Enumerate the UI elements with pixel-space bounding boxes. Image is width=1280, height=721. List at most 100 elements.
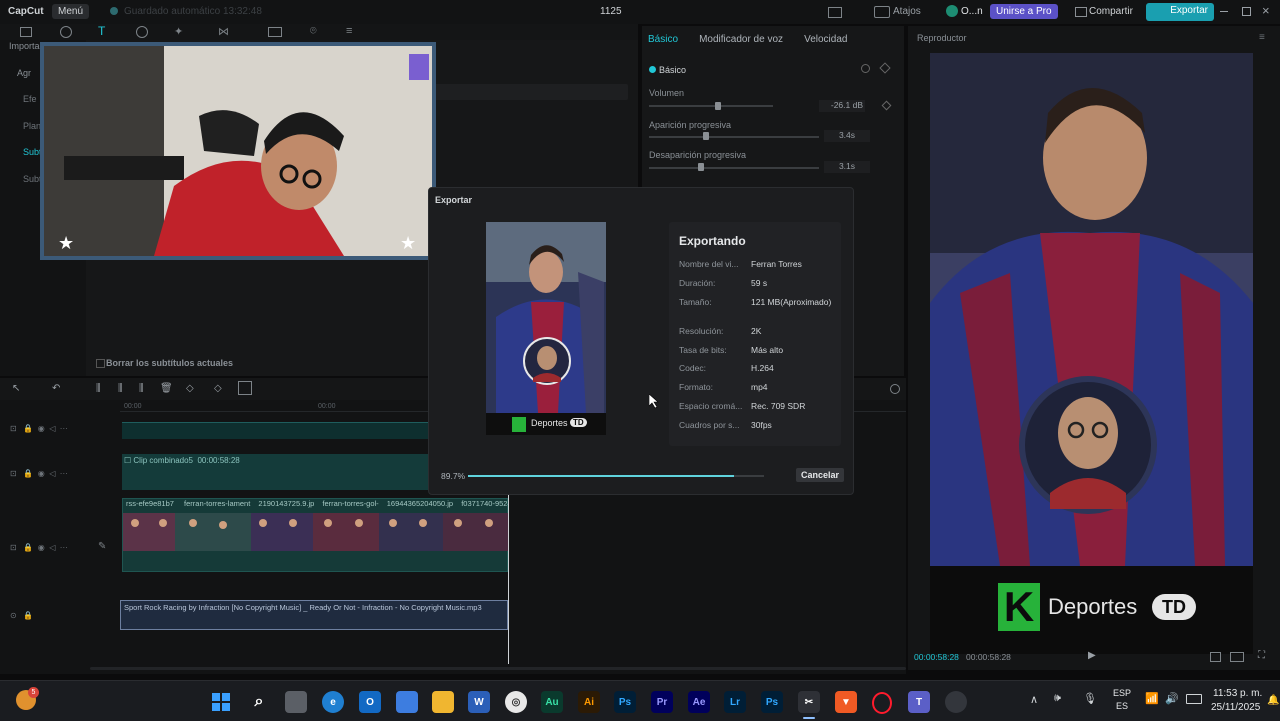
timeline-scrollbar[interactable] — [90, 667, 906, 670]
shield-icon[interactable]: ◇ — [186, 383, 194, 394]
fade-in-slider[interactable] — [649, 136, 819, 138]
search-icon[interactable]: ⌕ — [248, 691, 270, 713]
wifi-icon[interactable]: 📶 — [1145, 692, 1159, 705]
notifications-icon[interactable]: 🔔 — [1267, 695, 1279, 706]
crop-icon[interactable] — [238, 381, 252, 395]
player-menu-icon[interactable]: ≡ — [1259, 32, 1265, 43]
fade-in-value[interactable]: 3.4s — [824, 130, 870, 142]
shortcuts-button[interactable]: Atajos — [893, 6, 921, 17]
track-lock-icon[interactable]: ⊡ 🔒 ◉ ◁ ··· — [10, 469, 68, 478]
delete-icon[interactable]: 🗑 — [160, 383, 173, 394]
clear-subtitles-checkbox[interactable] — [96, 359, 105, 368]
volume-slider-handle[interactable] — [715, 102, 721, 110]
share-button[interactable]: Compartir — [1089, 6, 1133, 17]
keyframe-icon[interactable] — [879, 62, 891, 74]
sidebar-item-templates[interactable]: Plan — [23, 121, 41, 131]
filters-icon[interactable]: ⌾ — [310, 25, 317, 38]
transitions-icon[interactable]: ⋈ — [218, 25, 229, 38]
join-pro-button[interactable]: Unirse a Pro — [990, 4, 1058, 19]
fade-out-slider-handle[interactable] — [698, 163, 704, 171]
after-effects-icon[interactable]: Ae — [688, 691, 710, 713]
cancel-button[interactable]: Cancelar — [796, 468, 844, 482]
sidebar-item-subtitles[interactable]: Subt — [23, 147, 42, 157]
basic-toggle-icon[interactable] — [649, 66, 656, 73]
speaker-tray-icon[interactable]: 🕪 — [1054, 692, 1061, 705]
captions-icon[interactable] — [268, 27, 282, 37]
playhead[interactable] — [508, 494, 509, 664]
sidebar-item-effects[interactable]: Efe — [23, 94, 37, 104]
illustrator-icon[interactable]: Ai — [578, 691, 600, 713]
tray-chevron-icon[interactable]: ∧ — [1030, 693, 1038, 706]
sticker-icon[interactable] — [136, 26, 148, 38]
reset-icon[interactable] — [861, 64, 870, 73]
store-icon[interactable] — [396, 691, 418, 713]
split-right-icon[interactable]: ⫼ — [139, 383, 144, 394]
file-explorer-icon[interactable] — [432, 691, 454, 713]
volume-slider[interactable] — [649, 105, 773, 107]
text-icon[interactable]: T — [98, 24, 105, 38]
fullscreen-icon[interactable]: ⛶ — [1258, 650, 1265, 661]
word-icon[interactable]: W — [468, 691, 490, 713]
brave-icon[interactable]: ▼ — [835, 691, 857, 713]
fade-out-value[interactable]: 3.1s — [824, 161, 870, 173]
close-icon[interactable]: × — [1262, 3, 1270, 18]
adjust-icon[interactable]: ≡ — [346, 25, 352, 37]
tab-basic[interactable]: Básico — [648, 34, 678, 45]
fade-out-slider[interactable] — [649, 167, 819, 169]
track-lock-icon[interactable]: ⊡ 🔒 ◉ ◁ ··· — [10, 424, 68, 433]
fade-in-slider-handle[interactable] — [703, 132, 709, 140]
premiere-icon[interactable]: Pr — [651, 691, 673, 713]
microphone-icon[interactable]: 🎙 — [1083, 692, 1097, 705]
volume-icon[interactable]: 🔊 — [1165, 692, 1179, 705]
task-view-icon[interactable] — [285, 691, 307, 713]
lightroom-icon[interactable]: Lr — [724, 691, 746, 713]
select-tool-icon[interactable]: ↖ — [12, 383, 20, 394]
battery-icon[interactable] — [1186, 694, 1202, 704]
edit-icon[interactable]: ✎ — [98, 541, 106, 552]
photoshop-2-icon[interactable]: Ps — [761, 691, 783, 713]
photoshop-icon[interactable]: Ps — [614, 691, 636, 713]
tab-speed[interactable]: Velocidad — [804, 34, 847, 45]
chrome-icon[interactable]: ◎ — [505, 691, 527, 713]
split-icon[interactable]: ⫼ — [96, 383, 101, 394]
sidebar-item-add[interactable]: Agr — [17, 68, 31, 78]
language-indicator[interactable]: ESP — [1113, 688, 1131, 698]
tab-voice-changer[interactable]: Modificador de voz — [699, 34, 783, 45]
sidebar-item-subtitles-2[interactable]: Subt — [23, 174, 42, 184]
capcut-icon[interactable]: ✂ — [798, 691, 820, 713]
split-left-icon[interactable]: ⫼ — [118, 383, 123, 394]
ratio-icon[interactable] — [1230, 652, 1244, 662]
undo-icon[interactable]: ↶ — [52, 383, 60, 394]
marker-icon[interactable]: ◇ — [214, 383, 222, 394]
app-icon[interactable] — [945, 691, 967, 713]
outlook-icon[interactable]: O — [359, 691, 381, 713]
windows-start-icon[interactable] — [210, 691, 232, 713]
fit-icon[interactable] — [1210, 652, 1221, 662]
play-icon[interactable]: ▶ — [1088, 650, 1096, 661]
import-label[interactable]: Importar — [9, 41, 43, 51]
layout-icon[interactable] — [828, 7, 842, 18]
edge-icon[interactable]: e — [322, 691, 344, 713]
video-clip-strip[interactable]: rss-efe9e81b7 ferran-torres-lament 21901… — [122, 498, 509, 572]
language-select[interactable] — [428, 84, 628, 100]
audio-icon[interactable] — [60, 26, 72, 38]
clear-subtitles-label[interactable]: Borrar los subtítulos actuales — [106, 358, 233, 368]
user-name[interactable]: O...n — [961, 6, 983, 17]
effects-icon[interactable]: ✦ — [174, 25, 183, 38]
track-bar[interactable] — [122, 422, 428, 439]
maximize-icon[interactable] — [1242, 7, 1251, 16]
volume-keyframe-icon[interactable] — [881, 100, 892, 111]
keyboard-layout[interactable]: ES — [1116, 701, 1128, 711]
clock-time[interactable]: 11:53 p. m. — [1213, 688, 1262, 699]
opera-icon[interactable] — [872, 692, 892, 714]
audition-icon[interactable]: Au — [541, 691, 563, 713]
clock-date[interactable]: 25/11/2025 — [1211, 702, 1260, 713]
import-icon[interactable] — [20, 27, 32, 37]
volume-value[interactable]: -26.1 dB — [819, 100, 865, 112]
export-button[interactable]: Exportar — [1146, 3, 1214, 21]
minimize-icon[interactable] — [1220, 11, 1228, 12]
audio-clip[interactable]: Sport Rock Racing by Infraction [No Copy… — [120, 600, 508, 630]
menu-button[interactable]: Menú — [52, 4, 90, 19]
user-avatar[interactable] — [946, 5, 958, 17]
keyboard-icon[interactable] — [874, 6, 890, 18]
